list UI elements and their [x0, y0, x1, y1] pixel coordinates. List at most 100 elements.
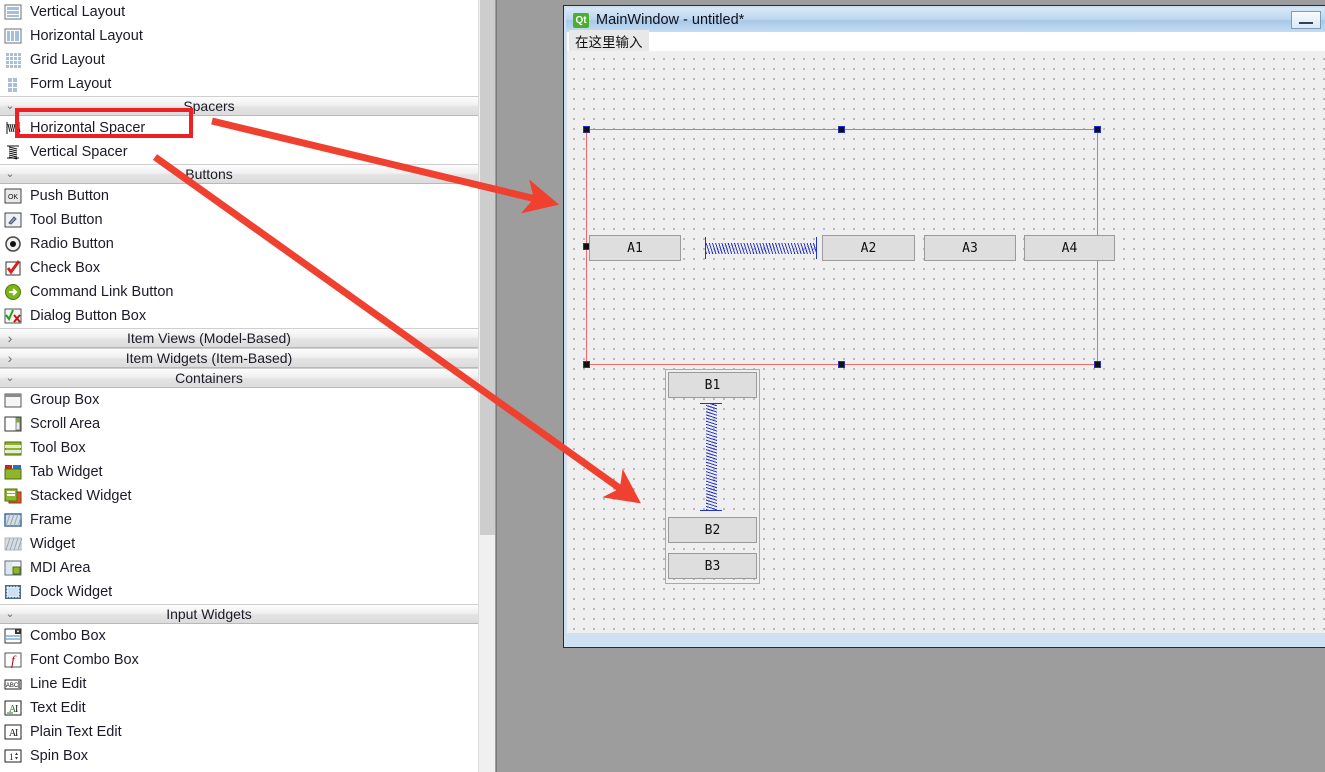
widget-box-item-grid-layout[interactable]: Grid Layout	[0, 48, 478, 72]
widget-box-item-tool-box[interactable]: Tool Box	[0, 436, 478, 460]
svg-text:I: I	[15, 728, 18, 739]
widget-box-item-dialog-button-box[interactable]: Dialog Button Box	[0, 304, 478, 328]
svg-text:OK: OK	[8, 194, 18, 201]
widget-box-item-label: Vertical Layout	[30, 3, 126, 20]
svg-text:ABC: ABC	[6, 683, 19, 689]
widget-box-group-header-item-widgets-item-based[interactable]: › Item Widgets (Item-Based)	[0, 348, 478, 368]
widget-box-item-widget[interactable]: Widget	[0, 532, 478, 556]
vertical-spacer-widget[interactable]	[699, 403, 723, 511]
group-header-label: Input Widgets	[166, 606, 252, 622]
form-layout-icon	[4, 75, 22, 93]
widget-box-item-label: Form Layout	[30, 75, 112, 92]
grid-layout-icon	[4, 51, 22, 69]
group-header-label: Item Widgets (Item-Based)	[125, 350, 293, 366]
horizontal-spacer-widget[interactable]	[705, 236, 817, 260]
spin-box-icon: 1	[4, 747, 22, 765]
svg-text:1: 1	[9, 752, 14, 762]
command-link-button-icon	[4, 283, 22, 301]
widget-box-item-label: Dialog Button Box	[30, 307, 147, 324]
svg-text:I: I	[15, 704, 18, 715]
widget-box-item-combo-box[interactable]: Combo Box	[0, 624, 478, 648]
radio-button-icon	[4, 235, 22, 253]
menu-type-here-placeholder[interactable]: 在这里输入	[569, 30, 649, 53]
widget-box-item-label: Text Edit	[30, 699, 86, 716]
widget-box-item-check-box[interactable]: Check Box	[0, 256, 478, 280]
widget-box-scrollbar[interactable]	[478, 0, 495, 772]
widget-box-item-horizontal-layout[interactable]: Horizontal Layout	[0, 24, 478, 48]
group-box-icon	[4, 391, 22, 409]
tool-button-icon	[4, 211, 22, 229]
horizontal-layout-selection[interactable]: A1 A2 A3 A4	[583, 126, 1115, 368]
widget-box-item-text-edit[interactable]: A I Text Edit	[0, 696, 478, 720]
resize-handle-bottom-left[interactable]	[583, 361, 590, 368]
widget-box-item-scroll-area[interactable]: Scroll Area	[0, 412, 478, 436]
push-button-a4[interactable]: A4	[1024, 235, 1115, 261]
widget-box-item-tool-button[interactable]: Tool Button	[0, 208, 478, 232]
form-canvas[interactable]: A1 A2 A3 A4 B1 B2 B3	[567, 51, 1325, 633]
widget-box-item-label: Radio Button	[30, 235, 114, 252]
widget-box-item-vertical-layout[interactable]: Vertical Layout	[0, 0, 478, 24]
widget-box-item-stacked-widget[interactable]: Stacked Widget	[0, 484, 478, 508]
resize-handle-bottom-center[interactable]	[838, 361, 845, 368]
widget-box-item-label: Combo Box	[30, 627, 106, 644]
frame-icon	[4, 511, 27, 529]
widget-box-item-form-layout[interactable]: Form Layout	[0, 72, 478, 96]
widget-box-item-radio-button[interactable]: Radio Button	[0, 232, 478, 256]
widget-box-item-dock-widget[interactable]: Dock Widget	[0, 580, 478, 604]
widget-box-item-group-box[interactable]: Group Box	[0, 388, 478, 412]
widget-box-item-line-edit[interactable]: ABC Line Edit	[0, 672, 478, 696]
widget-box-item-label: Font Combo Box	[30, 651, 139, 668]
widget-box-panel[interactable]: Vertical Layout Horizontal Layout Grid La…	[0, 0, 478, 772]
text-edit-icon: A I	[4, 699, 22, 717]
push-button-b3[interactable]: B3	[668, 553, 757, 579]
widget-box-item-label: Tab Widget	[30, 463, 103, 480]
push-button-b1[interactable]: B1	[668, 372, 757, 398]
push-button-a3[interactable]: A3	[924, 235, 1016, 261]
main-window-form[interactable]: Qt MainWindow - untitled* 在这里输入 A1 A2 A3	[563, 5, 1325, 648]
vertical-layout-container[interactable]: B1 B2 B3	[665, 369, 760, 584]
widget-box-group-header-spacers[interactable]: ⌄ Spacers	[0, 96, 478, 116]
push-button-a1[interactable]: A1	[589, 235, 681, 261]
line-edit-icon: ABC	[4, 675, 22, 693]
widget-box-item-spin-box[interactable]: 1 Spin Box	[0, 744, 478, 768]
form-title-bar[interactable]: Qt MainWindow - untitled*	[566, 8, 1325, 32]
widget-box-item-label: Grid Layout	[30, 51, 105, 68]
widget-box-item-font-combo-box[interactable]: f Font Combo Box	[0, 648, 478, 672]
widget-box-item-label: Line Edit	[30, 675, 87, 692]
widget-box-group-header-containers[interactable]: ⌄ Containers	[0, 368, 478, 388]
minimize-button[interactable]	[1291, 11, 1321, 29]
widget-box-item-plain-text-edit[interactable]: A I Plain Text Edit	[0, 720, 478, 744]
stacked-widget-icon	[4, 487, 22, 505]
resize-handle-bottom-right[interactable]	[1094, 361, 1101, 368]
tab-widget-icon	[4, 463, 22, 481]
widget-box-item-label: Scroll Area	[30, 415, 101, 432]
widget-box-group-header-buttons[interactable]: ⌄ Buttons	[0, 164, 478, 184]
widget-box-item-tab-widget[interactable]: Tab Widget	[0, 460, 478, 484]
widget-box-item-label: Group Box	[30, 391, 100, 408]
widget-box-item-push-button[interactable]: OK Push Button	[0, 184, 478, 208]
widget-box-item-label: Push Button	[30, 187, 109, 204]
scrollbar-thumb[interactable]	[480, 0, 495, 535]
spacer-coil	[705, 404, 717, 510]
vertical-spacer-icon	[4, 143, 22, 161]
widget-box-item-command-link-button[interactable]: Command Link Button	[0, 280, 478, 304]
widget-box-item-label: MDI Area	[30, 559, 91, 576]
widget-box-item-label: Command Link Button	[30, 283, 174, 300]
widget-box-item-mdi-area[interactable]: MDI Area	[0, 556, 478, 580]
widget-box-group-header-input-widgets[interactable]: ⌄ Input Widgets	[0, 604, 478, 624]
push-button-b2[interactable]: B2	[668, 517, 757, 543]
resize-handle-top-center[interactable]	[838, 126, 845, 133]
group-header-label: Spacers	[183, 98, 235, 114]
push-button-a2[interactable]: A2	[822, 235, 915, 261]
widget-box-item-vertical-spacer[interactable]: Vertical Spacer	[0, 140, 478, 164]
form-menu-bar[interactable]: 在这里输入	[567, 30, 1325, 53]
resize-handle-top-left[interactable]	[583, 126, 590, 133]
spacer-cap-right	[816, 237, 817, 259]
widget-box-group-header-item-views-model-based[interactable]: › Item Views (Model-Based)	[0, 328, 478, 348]
spacer-cap-bottom	[700, 510, 722, 511]
widget-box-item-horizontal-spacer[interactable]: Horizontal Spacer	[0, 116, 478, 140]
resize-handle-top-right[interactable]	[1094, 126, 1101, 133]
push-button-icon: OK	[4, 187, 22, 205]
widget-box-item-label: Frame	[30, 511, 72, 528]
widget-box-item-frame[interactable]: Frame	[0, 508, 478, 532]
